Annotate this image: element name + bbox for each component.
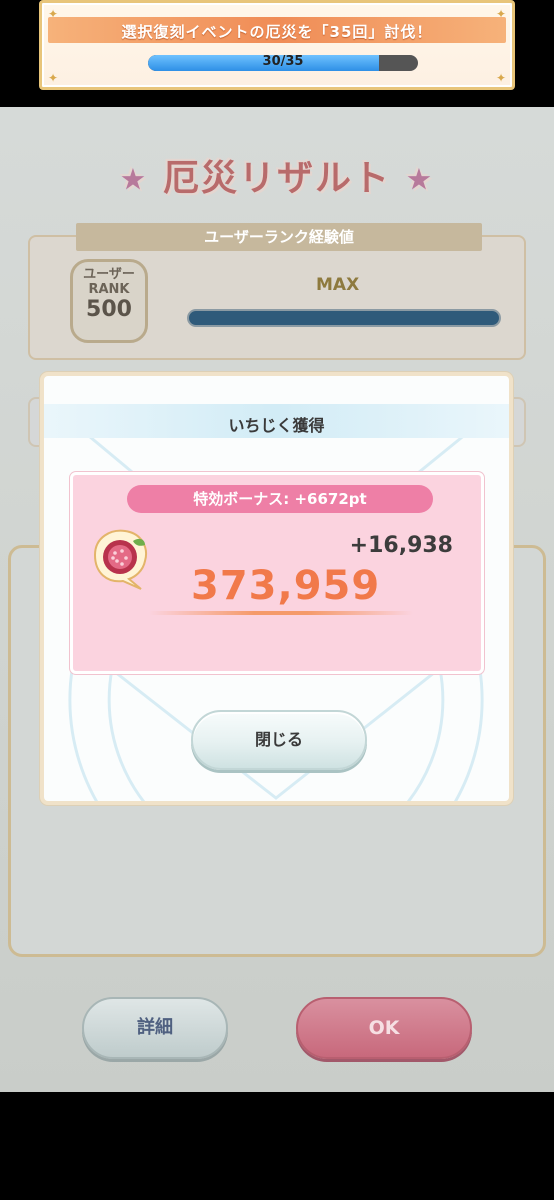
ok-button[interactable]: OK [296, 997, 472, 1059]
star-icon: ★ [405, 162, 435, 198]
rank-section-ribbon: ユーザーランク経験値 [76, 223, 482, 251]
mission-title: 選択復刻イベントの厄災を「35回」討伐！ [121, 23, 433, 41]
user-rank-panel: ユーザーランク経験値 ユーザー RANK 500 MAX [28, 223, 526, 360]
mission-progress-text: 30/35 [262, 55, 304, 69]
result-heading: ★ 厄災リザルト ★ [0, 149, 554, 201]
gain-value: +16,938 [349, 533, 453, 558]
bonus-badge: 特効ボーナス: +6672pt [127, 485, 433, 513]
total-value: 373,959 [191, 563, 381, 609]
star-icon: ★ [119, 162, 149, 198]
close-button[interactable]: 閉じる [191, 710, 367, 770]
rank-section-label: ユーザーランク経験値 [204, 228, 354, 246]
details-button[interactable]: 詳細 [82, 997, 228, 1059]
close-label: 閉じる [254, 730, 303, 749]
total-underline [149, 611, 413, 615]
fig-icon [93, 529, 147, 590]
ok-label: OK [368, 1017, 400, 1039]
rank-value: 500 [86, 297, 132, 322]
details-label: 詳細 [137, 1017, 173, 1038]
star-decoration-icon: ✦ [48, 71, 59, 85]
mission-progress-bar: 30/35 [148, 55, 418, 71]
rank-exp-bar [187, 309, 501, 327]
mission-banner: ✦ ✦ ✦ ✦ 選択復刻イベントの厄災を「35回」討伐！ 30/35 [39, 0, 515, 90]
star-decoration-icon: ✦ [495, 71, 506, 85]
rank-badge-label: ユーザー RANK [83, 267, 135, 297]
rank-status: MAX [316, 275, 360, 295]
item-acquired-dialog: いちじく獲得 特効ボーナス: +6672pt +16,938 373,959 閉… [40, 372, 513, 805]
bonus-label: 特効ボーナス: +6672pt [193, 490, 367, 508]
reward-card: 特効ボーナス: +6672pt +16,938 373,959 [70, 472, 484, 674]
rank-badge: ユーザー RANK 500 [70, 259, 148, 343]
result-heading-text: 厄災リザルト [162, 158, 391, 199]
dialog-title: いちじく獲得 [228, 416, 325, 435]
screen: ✦ ✦ ✦ ✦ 選択復刻イベントの厄災を「35回」討伐！ 30/35 ★ 厄災リ… [0, 0, 554, 1200]
